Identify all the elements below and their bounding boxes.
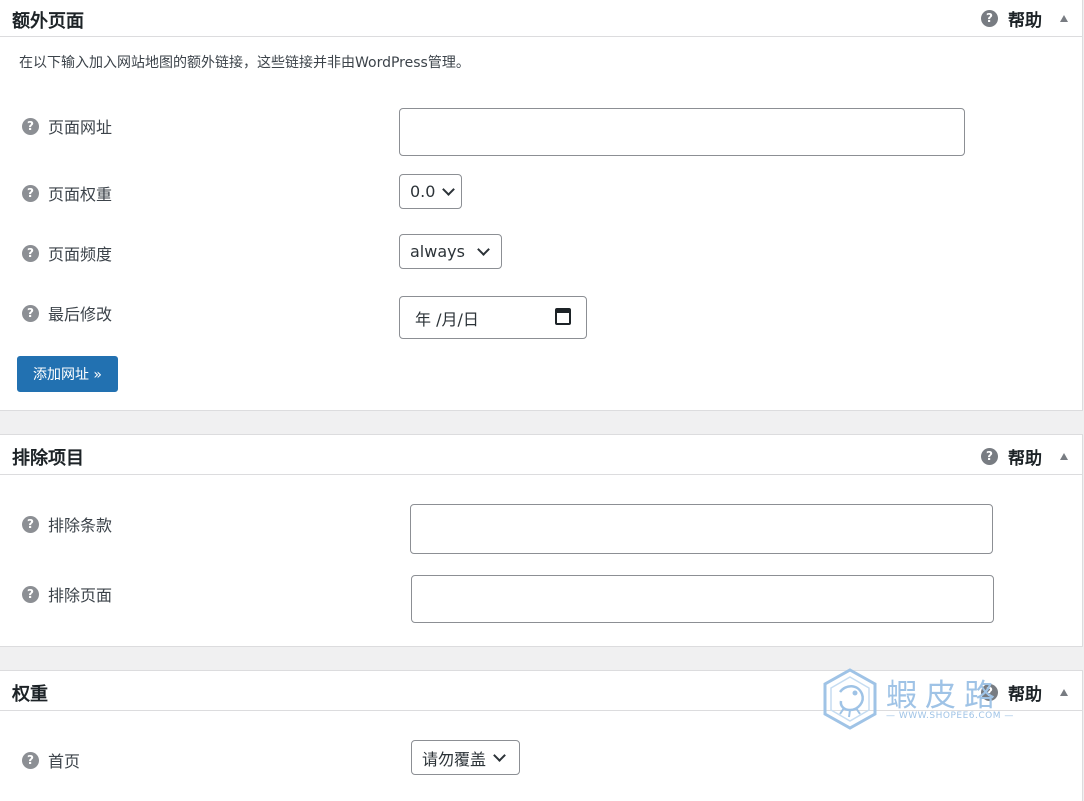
extra-pages-description: 在以下输入加入网站地图的额外链接，这些链接并非由WordPress管理。	[19, 55, 470, 71]
page-frequency-value: always	[410, 242, 465, 261]
extra-pages-title: 额外页面	[12, 11, 84, 32]
exclusions-panel: 排除项目 ? 帮助 ? 排除条款 ? 排除页面	[0, 434, 1083, 647]
exclude-pages-label-text: 排除页面	[48, 586, 113, 605]
priority-help[interactable]: ? 帮助	[981, 680, 1068, 705]
homepage-priority-select[interactable]: 请勿覆盖	[411, 740, 520, 775]
question-circle-icon[interactable]: ?	[981, 447, 998, 465]
question-circle-icon[interactable]: ?	[22, 184, 39, 202]
arrow-up-icon[interactable]	[1060, 452, 1068, 460]
last-modified-label-text: 最后修改	[48, 305, 113, 324]
question-circle-icon[interactable]: ?	[22, 304, 39, 322]
page-url-label-text: 页面网址	[48, 118, 113, 137]
calendar-icon[interactable]	[555, 308, 571, 325]
exclusions-help[interactable]: ? 帮助	[981, 444, 1068, 469]
page-priority-value: 0.0	[410, 182, 436, 201]
chevron-down-icon	[442, 183, 456, 196]
priority-title: 权重	[12, 684, 48, 705]
help-link[interactable]: 帮助	[1008, 444, 1042, 469]
extra-pages-help[interactable]: ? 帮助	[981, 6, 1068, 31]
question-circle-icon[interactable]: ?	[981, 9, 998, 27]
page-priority-select[interactable]: 0.0	[399, 174, 462, 209]
exclude-pages-label: ? 排除页面	[22, 582, 112, 606]
page-priority-label: ? 页面权重	[22, 181, 112, 205]
last-modified-date-input[interactable]: 年 /月/日	[399, 296, 587, 339]
page-url-input[interactable]	[399, 108, 965, 156]
question-circle-icon[interactable]: ?	[22, 585, 39, 603]
page-frequency-label-text: 页面频度	[48, 245, 113, 264]
arrow-up-icon[interactable]	[1060, 688, 1068, 696]
exclude-terms-input[interactable]	[410, 504, 993, 554]
question-circle-icon[interactable]: ?	[22, 515, 39, 533]
last-modified-value: 年 /月/日	[415, 309, 479, 329]
exclude-terms-label: ? 排除条款	[22, 512, 112, 536]
question-circle-icon[interactable]: ?	[981, 683, 998, 701]
page-frequency-select[interactable]: always	[399, 234, 502, 269]
question-circle-icon[interactable]: ?	[22, 117, 39, 135]
homepage-label-text: 首页	[48, 752, 81, 771]
homepage-priority-value: 请勿覆盖	[422, 749, 487, 769]
help-link[interactable]: 帮助	[1008, 680, 1042, 705]
extra-pages-panel: 额外页面 ? 帮助 在以下输入加入网站地图的额外链接，这些链接并非由WordPr…	[0, 0, 1083, 411]
chevron-down-icon	[477, 243, 490, 256]
page-priority-label-text: 页面权重	[48, 185, 113, 204]
question-circle-icon[interactable]: ?	[22, 751, 39, 769]
help-link[interactable]: 帮助	[1008, 6, 1042, 31]
extra-pages-header: 额外页面 ? 帮助	[0, 0, 1082, 37]
last-modified-label: ? 最后修改	[22, 301, 112, 325]
page-frequency-label: ? 页面频度	[22, 241, 112, 265]
exclude-terms-label-text: 排除条款	[48, 516, 113, 535]
chevron-down-icon	[493, 749, 506, 762]
priority-header: 权重 ? 帮助	[0, 671, 1082, 711]
exclusions-header: 排除项目 ? 帮助	[0, 435, 1082, 475]
add-url-button[interactable]: 添加网址 »	[17, 356, 118, 392]
exclusions-title: 排除项目	[12, 448, 84, 469]
priority-panel: 权重 ? 帮助 ? 首页 请勿覆盖	[0, 670, 1083, 801]
arrow-up-icon[interactable]	[1060, 14, 1068, 22]
question-circle-icon[interactable]: ?	[22, 244, 39, 262]
homepage-label: ? 首页	[22, 748, 80, 772]
exclude-pages-input[interactable]	[411, 575, 994, 623]
page-url-label: ? 页面网址	[22, 114, 112, 138]
